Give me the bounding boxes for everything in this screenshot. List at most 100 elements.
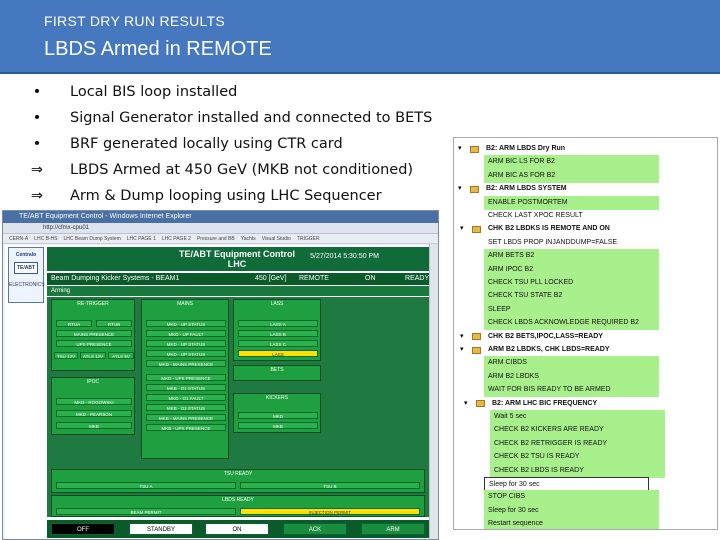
status-cell: MKB - MAINS PRESENCE <box>146 414 226 421</box>
app-header-title: TE/ABT Equipment Control LHC <box>179 249 295 269</box>
status-cell: MKB <box>238 422 318 429</box>
folder-icon <box>470 185 479 193</box>
status-cell: LASS B <box>238 330 318 337</box>
slide: FIRST DRY RUN RESULTS LBDS Armed in REMO… <box>0 0 720 540</box>
energy-readout: 450 [GeV] <box>255 275 287 282</box>
sequence-step[interactable]: CHECK B2 RETRIGGER IS READY <box>490 436 665 451</box>
group-title: BETS <box>270 367 284 373</box>
bullet-marker: ⇒ <box>30 188 44 204</box>
te-abt-logo: Centralo TE/ABT ELECTRONICS <box>8 247 45 303</box>
group-lbds: LBDS READY BEAM PERMIT INJECTION PERMIT <box>51 495 425 517</box>
sequence-step[interactable]: ARM B2 LBDKS <box>484 369 659 384</box>
favorite-link[interactable]: LHC PAGE 1 <box>127 236 156 242</box>
sequence-step[interactable]: Sleep for 30 sec <box>484 503 659 518</box>
sequence-step[interactable]: Restart sequence <box>484 517 659 529</box>
bullet-marker: • <box>32 136 42 152</box>
logo-division: ELECTRONICS <box>9 282 45 288</box>
status-cell: MKD - ROGOWSKI <box>56 398 132 405</box>
sequence-step[interactable]: ENABLE POSTMORTEM <box>484 195 659 210</box>
browser-title-bar: TE/ABT Equipment Control - Windows Inter… <box>3 211 438 223</box>
cmd-button-arm[interactable]: ARM <box>361 523 425 535</box>
sequence-step[interactable]: CHECK LAST XPOC RESULT <box>484 209 704 223</box>
status-cell: MKD - UPS PRESENCE <box>146 374 226 381</box>
status-cell: MKD - Q1 FAULT <box>146 394 226 401</box>
folder-icon <box>472 346 481 354</box>
logo-org: Centralo <box>15 252 37 258</box>
sequence-step[interactable]: ARM CIBDS <box>484 356 659 371</box>
sequence-step[interactable]: ARM IPOC B2 <box>484 262 659 277</box>
sequence-step[interactable]: SLEEP <box>484 302 659 317</box>
chevron-down-icon[interactable]: ▾ <box>460 333 469 340</box>
chevron-down-icon[interactable]: ▾ <box>458 185 467 192</box>
favorite-link[interactable]: Yachts <box>241 236 256 242</box>
status-cell: MKD - PEARSON <box>56 410 132 417</box>
cmd-button-off[interactable]: OFF <box>51 523 115 535</box>
status-cell: MKB <box>56 422 132 429</box>
status-cell: MAINS PRESENCE <box>56 330 132 337</box>
favorite-link[interactable]: CERN-A <box>9 236 28 242</box>
favorite-link[interactable]: LHC B-HS <box>34 236 57 242</box>
sequence-step[interactable]: SET LBDS PROP INJANDDUMP=FALSE <box>484 236 704 250</box>
group-title: LASS <box>270 301 284 307</box>
sequence-step[interactable]: ARM B2 LBDKS, CHK LBDS=READY <box>484 343 704 357</box>
sequence-step[interactable]: CHECK TSU PLL LOCKED <box>484 276 659 290</box>
sequence-step[interactable]: CHK B2 BETS,IPOC,LASS=READY <box>484 330 704 344</box>
scrollbar[interactable] <box>429 244 438 539</box>
sequence-step[interactable]: CHECK TSU STATE B2 <box>484 289 659 304</box>
bullet-text: BRF generated locally using CTR card <box>70 136 343 152</box>
sequence-step[interactable]: CHECK B2 TSU IS READY <box>490 450 665 465</box>
cmd-button-standby[interactable]: STANDBY <box>129 523 193 535</box>
favorite-link[interactable]: Pressure and BB <box>197 236 235 242</box>
bullet-text: Local BIS loop installed <box>70 84 238 100</box>
command-buttons: OFF STANDBY ON ACK ARM <box>47 520 429 538</box>
status-cell: MKB - Q1 STATUS <box>146 384 226 391</box>
sequence-step[interactable]: B2: ARM LBDS Dry Run <box>482 142 702 156</box>
address-bar[interactable]: http://cfmx-cpu01 <box>3 223 438 234</box>
app-header: TE/ABT Equipment Control LHC 5/27/2014 5… <box>47 247 429 271</box>
sequence-step[interactable]: B2: ARM LBDS SYSTEM <box>482 182 702 196</box>
cmd-button-on[interactable]: ON <box>205 523 269 535</box>
status-cell: MKD - MAINS PRESENCE <box>146 360 226 367</box>
chevron-down-icon[interactable]: ▾ <box>460 225 469 232</box>
status-cell: LASS C <box>238 340 318 347</box>
sequence-step[interactable]: Sleep for 30 sec <box>484 477 649 491</box>
favorite-link[interactable]: TRIGGER <box>297 236 320 242</box>
sequence-step[interactable]: ARM BIC LS FOR B2 <box>484 155 659 170</box>
sequence-step[interactable]: CHECK B2 LBDS IS READY <box>490 463 665 478</box>
favorite-link[interactable]: LHC Beam Dump System <box>64 236 121 242</box>
status-cell: TSU 12V <box>54 352 78 359</box>
chevron-down-icon[interactable]: ▾ <box>464 400 473 407</box>
sequence-step[interactable]: STOP CIBS <box>484 490 659 505</box>
sequence-step[interactable]: B2: ARM LHC BIC FREQUENCY <box>488 397 708 411</box>
sequence-step[interactable]: CHECK B2 KICKERS ARE READY <box>490 423 665 438</box>
favorite-link[interactable]: Visual Studio <box>262 236 291 242</box>
sequence-step[interactable]: WAIT FOR BIS READY TO BE ARMED <box>484 383 659 398</box>
sequence-step[interactable]: Wait 5 sec <box>490 410 665 424</box>
status-cell: MKD - UP STATUS <box>146 320 226 327</box>
status-cell: INJECTION PERMIT <box>240 508 420 515</box>
status-cell: UPS PRESENCE <box>56 340 132 347</box>
group-kickers: KICKERS MKD MKB <box>233 393 321 433</box>
status-line: Arming <box>47 286 429 296</box>
sequence-step[interactable]: CHK B2 LBDKS IS REMOTE AND ON <box>484 222 704 236</box>
status-cell: RTUA <box>56 320 92 327</box>
chevron-down-icon[interactable]: ▾ <box>458 145 467 152</box>
group-title: MAINS <box>177 301 193 307</box>
sequencer-tree: ▾ B2: ARM LBDS Dry Run ARM BIC LS FOR B2 AR… <box>453 137 718 530</box>
slide-kicker: FIRST DRY RUN RESULTS <box>44 13 226 29</box>
sequence-step[interactable]: ARM BIC AS FOR B2 <box>484 168 659 183</box>
state-on: ON <box>365 275 376 282</box>
status-cell: MKB - UPS PRESENCE <box>146 424 226 431</box>
status-cell: MKD <box>238 412 318 419</box>
logo-badge: TE/ABT <box>14 262 38 274</box>
folder-icon <box>472 225 481 233</box>
group-title: RE-TRIGGER <box>77 301 109 307</box>
sequence-step[interactable]: ARM BETS B2 <box>484 249 659 264</box>
chevron-down-icon[interactable]: ▾ <box>460 346 469 353</box>
bullet-marker: • <box>32 84 42 100</box>
favorite-link[interactable]: LHC PAGE 2 <box>162 236 191 242</box>
status-cell: MKD - UP FAULT <box>146 330 226 337</box>
sequence-step[interactable]: CHECK LBDS ACKNOWLEDGE REQUIRED B2 <box>484 316 659 331</box>
cmd-button-ack[interactable]: ACK <box>283 523 347 535</box>
group-tsu: TSU READY TSU A TSU B <box>51 469 425 493</box>
